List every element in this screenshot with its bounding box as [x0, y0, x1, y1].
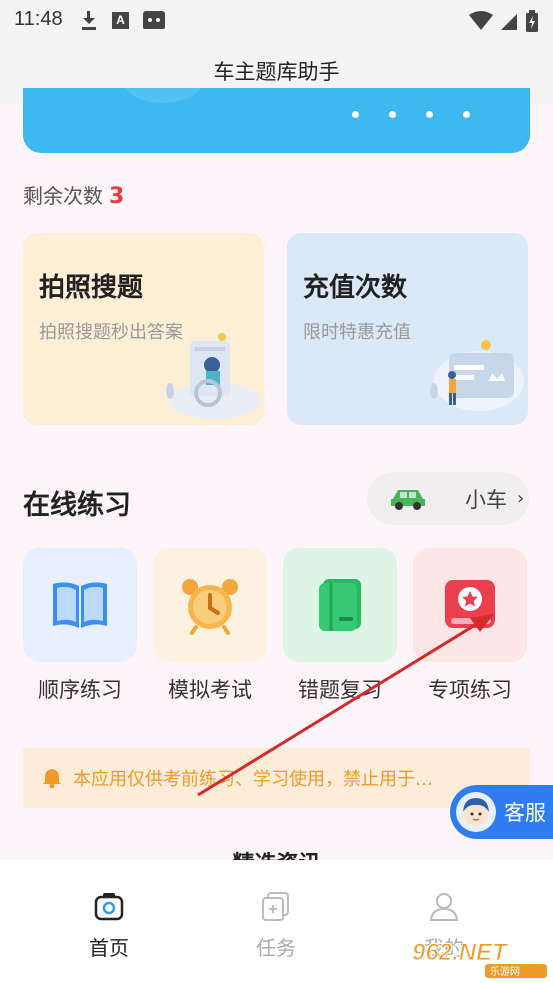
remaining-count: 剩余次数 3	[23, 180, 124, 209]
sequential-practice-button[interactable]: 顺序练习	[23, 548, 137, 704]
tab-tasks[interactable]: 任务	[226, 890, 326, 961]
tab-home-label: 首页	[89, 936, 129, 960]
vehicle-type-selector[interactable]: 小车 ›	[367, 472, 529, 525]
wrong-question-review-button[interactable]: 错题复习	[283, 548, 397, 704]
mock-exam-button[interactable]: 模拟考试	[153, 548, 267, 704]
special-practice-button[interactable]: 专项练习	[413, 548, 527, 704]
notebook-icon	[319, 579, 361, 631]
status-bar: 11:48 A	[0, 0, 553, 40]
status-time: 11:48	[14, 8, 63, 30]
recharge-illustration	[430, 340, 524, 411]
recharge-title: 充值次数	[303, 273, 408, 303]
car-icon	[391, 489, 425, 510]
remaining-label: 剩余次数	[23, 184, 103, 208]
online-practice-title: 在线练习	[23, 490, 131, 521]
notice-text: 本应用仅供考前练习、学习使用，禁止用于…	[73, 769, 433, 790]
chevron-right-icon: ›	[517, 488, 525, 509]
vehicle-type-label: 小车	[465, 487, 507, 512]
user-icon	[429, 893, 459, 921]
banner[interactable]	[23, 88, 530, 153]
tab-home[interactable]: 首页	[59, 890, 159, 961]
photo-search-illustration	[166, 333, 260, 419]
mock-exam-label: 模拟考试	[168, 678, 252, 702]
download-icon	[80, 10, 98, 30]
remaining-value: 3	[109, 184, 125, 209]
banner-pagination	[352, 111, 470, 118]
alarm-clock-icon	[182, 579, 238, 635]
battery-icon	[526, 10, 538, 32]
wrong-question-review-label: 错题复习	[298, 678, 382, 702]
watermark-subtext: 乐游网	[490, 965, 520, 978]
bell-icon	[43, 769, 61, 789]
banner-dot	[426, 111, 433, 118]
wrong-question-review-tile	[283, 548, 397, 662]
system-icons	[469, 10, 539, 32]
book-icon	[53, 582, 107, 628]
customer-service-avatar-icon	[456, 792, 496, 832]
wifi-icon	[469, 11, 493, 30]
special-practice-tile	[413, 548, 527, 662]
signal-icon	[501, 14, 517, 30]
sequential-practice-label: 顺序练习	[38, 678, 122, 702]
customer-service-button[interactable]: 客服	[450, 785, 553, 839]
customer-service-label: 客服	[504, 801, 546, 825]
banner-dot	[352, 111, 359, 118]
banner-dot	[389, 111, 396, 118]
android-icon	[143, 11, 165, 29]
recharge-card[interactable]: 充值次数 限时特惠充值	[287, 233, 528, 425]
mock-exam-tile	[153, 548, 267, 662]
notification-icons: A	[80, 10, 165, 30]
home-camera-icon	[94, 893, 124, 921]
banner-decoration	[123, 88, 203, 103]
photo-search-title: 拍照搜题	[39, 273, 144, 303]
star-book-icon	[445, 580, 495, 628]
site-watermark-logo: 962.NET 乐游网	[412, 939, 547, 978]
special-practice-label: 专项练习	[428, 678, 512, 702]
banner-dot	[463, 111, 470, 118]
a-app-icon: A	[112, 11, 129, 29]
photo-search-card[interactable]: 拍照搜题 拍照搜题秒出答案	[23, 233, 264, 425]
watermark-text: 962.NET	[412, 939, 509, 966]
tasks-icon	[262, 892, 289, 921]
sequential-practice-tile	[23, 548, 137, 662]
tab-tasks-label: 任务	[256, 936, 296, 960]
